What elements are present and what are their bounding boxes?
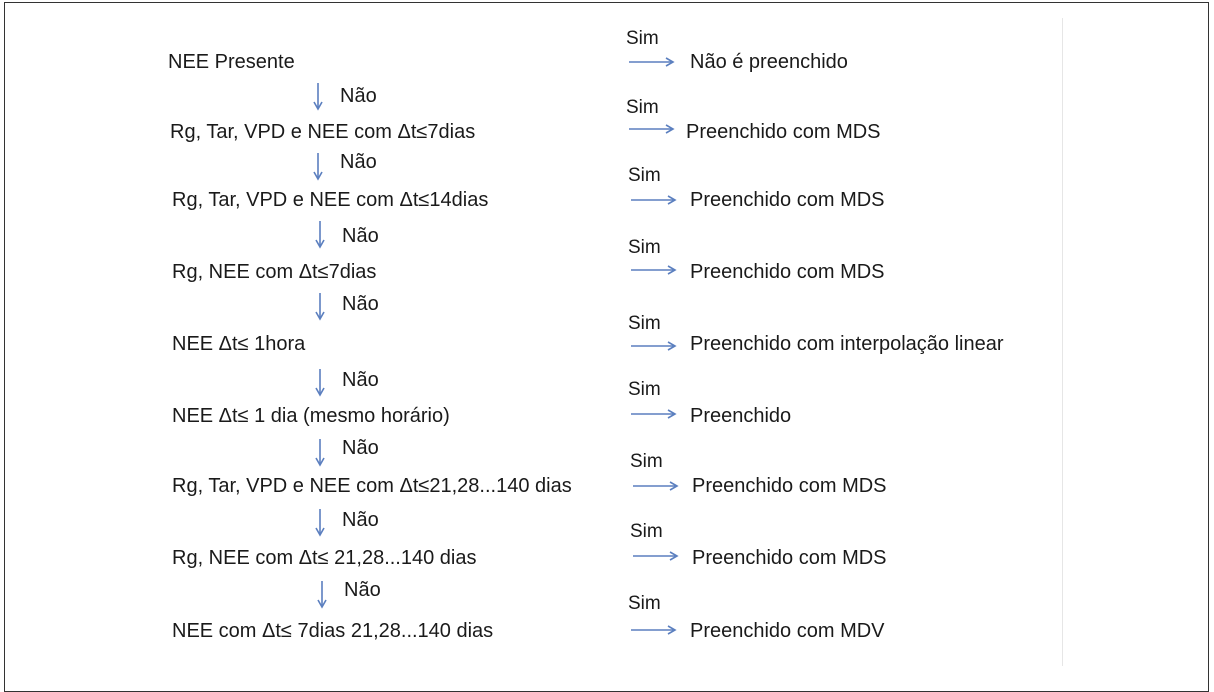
result-label: Preenchido com MDV [690, 620, 885, 642]
yes-label: Sim [630, 521, 663, 542]
yes-label: Sim [630, 451, 663, 472]
divider-line [1062, 18, 1063, 666]
condition-label: NEE Δt≤ 1hora [172, 333, 306, 355]
right-arrow-icon [631, 409, 677, 419]
right-arrow-icon [631, 341, 677, 351]
right-arrow-icon [629, 57, 675, 67]
condition-label: Rg, Tar, VPD e NEE com Δt≤21,28...140 di… [172, 475, 572, 497]
condition-label: NEE Δt≤ 1 dia (mesmo horário) [172, 405, 450, 427]
result-label: Preenchido com MDS [692, 475, 887, 497]
right-arrow-icon [631, 625, 677, 635]
down-arrow-icon [315, 439, 325, 467]
no-label: Não [342, 509, 379, 531]
right-arrow-icon [629, 124, 675, 134]
yes-label: Sim [628, 313, 661, 334]
condition-label: Rg, NEE com Δt≤7dias [172, 261, 377, 283]
result-label: Preenchido com MDS [690, 189, 885, 211]
down-arrow-icon [317, 581, 327, 609]
right-arrow-icon [631, 265, 677, 275]
down-arrow-icon [315, 509, 325, 537]
result-label: Preenchido com MDS [686, 121, 881, 143]
result-label: Preenchido com interpolação linear [690, 333, 1004, 355]
condition-label: Rg, NEE com Δt≤ 21,28...140 dias [172, 547, 477, 569]
no-label: Não [342, 225, 379, 247]
result-label: Preenchido com MDS [690, 261, 885, 283]
right-arrow-icon [631, 195, 677, 205]
down-arrow-icon [315, 293, 325, 321]
yes-label: Sim [628, 165, 661, 186]
result-label: Não é preenchido [690, 51, 848, 73]
condition-label: NEE Presente [168, 51, 295, 73]
no-label: Não [344, 579, 381, 601]
yes-label: Sim [626, 28, 659, 49]
down-arrow-icon [315, 221, 325, 249]
condition-label: Rg, Tar, VPD e NEE com Δt≤7dias [170, 121, 476, 143]
right-arrow-icon [633, 481, 679, 491]
yes-label: Sim [628, 379, 661, 400]
no-label: Não [340, 85, 377, 107]
yes-label: Sim [628, 237, 661, 258]
no-label: Não [342, 437, 379, 459]
down-arrow-icon [315, 369, 325, 397]
yes-label: Sim [626, 97, 659, 118]
no-label: Não [342, 369, 379, 391]
result-label: Preenchido [690, 405, 792, 427]
condition-label: Rg, Tar, VPD e NEE com Δt≤14dias [172, 189, 489, 211]
result-label: Preenchido com MDS [692, 547, 887, 569]
down-arrow-icon [313, 153, 323, 181]
no-label: Não [340, 151, 377, 173]
no-label: Não [342, 293, 379, 315]
right-arrow-icon [633, 551, 679, 561]
condition-label: NEE com Δt≤ 7dias 21,28...140 dias [172, 620, 494, 642]
yes-label: Sim [628, 593, 661, 614]
down-arrow-icon [313, 83, 323, 111]
